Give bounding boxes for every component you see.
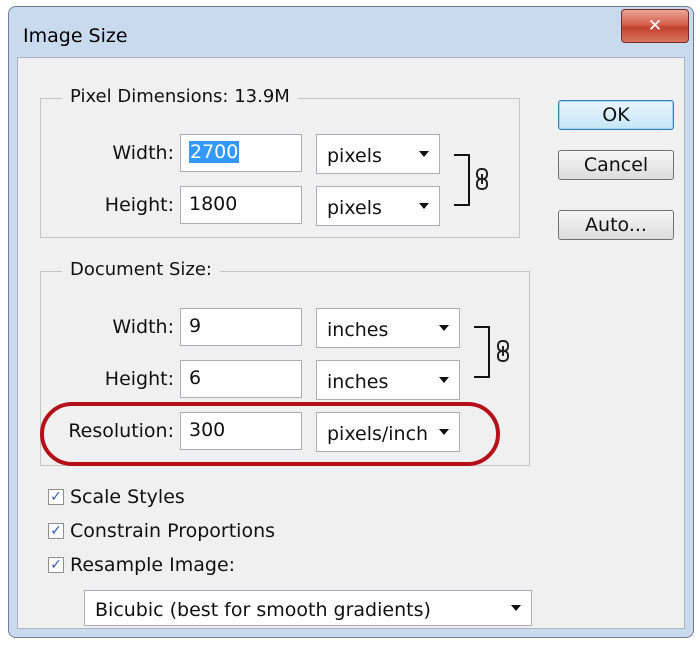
close-button[interactable]: ✕	[621, 9, 689, 43]
scale-styles-label: Scale Styles	[70, 486, 185, 508]
checkmark-icon: ✓	[50, 557, 62, 573]
pixel-width-label: Width:	[112, 142, 174, 164]
doc-height-unit-select[interactable]: inches	[316, 360, 460, 400]
pixel-width-input[interactable]: 2700	[180, 134, 302, 172]
pixel-width-unit-select[interactable]: pixels	[316, 134, 440, 174]
pixel-link-bracket	[454, 154, 470, 206]
doc-height-unit: inches	[327, 371, 389, 393]
resample-method-select[interactable]: Bicubic (best for smooth gradients)	[84, 590, 532, 626]
doc-width-value: 9	[189, 315, 202, 337]
chain-link-icon	[475, 168, 489, 190]
auto-button[interactable]: Auto...	[558, 210, 674, 240]
pixel-dimensions-legend: Pixel Dimensions: 13.9M	[62, 86, 298, 107]
doc-width-unit: inches	[327, 319, 389, 341]
pixel-width-unit: pixels	[327, 145, 382, 167]
checkmark-icon: ✓	[50, 523, 62, 539]
resolution-highlight-oval	[40, 402, 500, 466]
chain-link-icon	[496, 340, 510, 362]
pixel-height-label: Height:	[104, 194, 174, 216]
chevron-down-icon	[419, 151, 429, 157]
chevron-down-icon	[419, 203, 429, 209]
resample-image-label: Resample Image:	[70, 554, 236, 576]
pixel-height-unit: pixels	[327, 197, 382, 219]
doc-height-input[interactable]: 6	[180, 360, 302, 398]
document-size-legend: Document Size:	[62, 259, 220, 280]
doc-width-input[interactable]: 9	[180, 308, 302, 346]
pixel-height-value: 1800	[189, 193, 238, 215]
doc-height-label: Height:	[104, 368, 174, 390]
constrain-proportions-checkbox[interactable]: ✓	[48, 523, 64, 539]
pixel-height-unit-select[interactable]: pixels	[316, 186, 440, 226]
doc-link-bracket	[474, 326, 490, 378]
chevron-down-icon	[439, 325, 449, 331]
dialog-title: Image Size	[23, 25, 128, 47]
pixel-height-input[interactable]: 1800	[180, 186, 302, 224]
close-icon: ✕	[647, 16, 663, 36]
chevron-down-icon	[511, 605, 521, 611]
resample-image-checkbox[interactable]: ✓	[48, 557, 64, 573]
constrain-proportions-label: Constrain Proportions	[70, 520, 276, 542]
cancel-button[interactable]: Cancel	[558, 150, 674, 180]
title-bar[interactable]: Image Size ✕	[9, 7, 693, 63]
checkmark-icon: ✓	[50, 489, 62, 505]
ok-button[interactable]: OK	[558, 100, 674, 130]
pixel-width-value: 2700	[189, 141, 240, 163]
doc-width-label: Width:	[112, 316, 174, 338]
doc-height-value: 6	[189, 367, 202, 389]
chevron-down-icon	[439, 377, 449, 383]
image-size-dialog: Image Size ✕ Pixel Dimensions: 13.9M Wid…	[8, 6, 694, 638]
scale-styles-checkbox[interactable]: ✓	[48, 489, 64, 505]
doc-width-unit-select[interactable]: inches	[316, 308, 460, 348]
dialog-body: Pixel Dimensions: 13.9M Width: 2700 pixe…	[17, 57, 685, 629]
resample-method-value: Bicubic (best for smooth gradients)	[95, 599, 431, 621]
